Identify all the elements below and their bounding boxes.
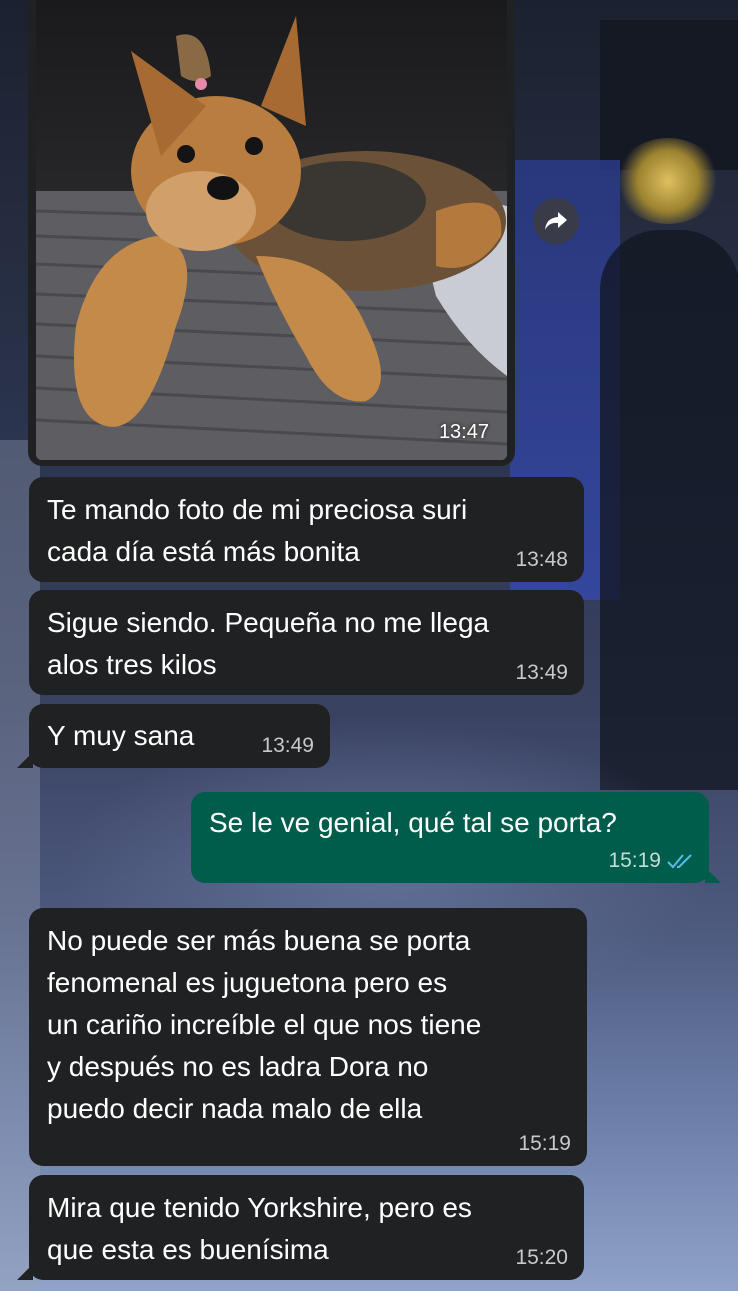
forward-button[interactable] (533, 198, 579, 244)
message-time: 15:19 (608, 849, 661, 872)
message-text: Se le ve genial, qué tal se porta? (209, 807, 617, 838)
message-timestamp: 13:49 (515, 661, 568, 684)
dog-photo[interactable]: 13:47 (36, 0, 507, 460)
photo-message[interactable]: 13:47 (28, 0, 515, 466)
forward-arrow-icon (545, 212, 567, 230)
message-timestamp: 15:19 (608, 849, 693, 873)
incoming-message[interactable]: No puede ser más buena se porta fenomena… (29, 908, 587, 1166)
message-timestamp: 13:48 (515, 548, 568, 571)
message-timestamp: 15:20 (515, 1246, 568, 1269)
incoming-message[interactable]: Y muy sana 13:49 (17, 704, 330, 768)
double-check-icon (667, 854, 692, 869)
incoming-message[interactable]: Sigue siendo. Pequeña no me llega alos t… (29, 590, 584, 695)
incoming-message[interactable]: Te mando foto de mi preciosa suri cada d… (29, 477, 584, 582)
message-text: Sigue siendo. Pequeña no me llega alos t… (47, 607, 490, 680)
outgoing-message[interactable]: Se le ve genial, qué tal se porta? 15:19 (191, 792, 721, 883)
message-text: Mira que tenido Yorkshire, pero es que e… (47, 1192, 472, 1265)
incoming-message[interactable]: Mira que tenido Yorkshire, pero es que e… (17, 1175, 584, 1280)
message-text: No puede ser más buena se porta fenomena… (47, 925, 482, 1124)
message-text: Te mando foto de mi preciosa suri cada d… (47, 494, 468, 567)
photo-timestamp: 13:47 (438, 421, 489, 443)
message-timestamp: 15:19 (518, 1132, 571, 1155)
message-timestamp: 13:49 (261, 734, 314, 757)
